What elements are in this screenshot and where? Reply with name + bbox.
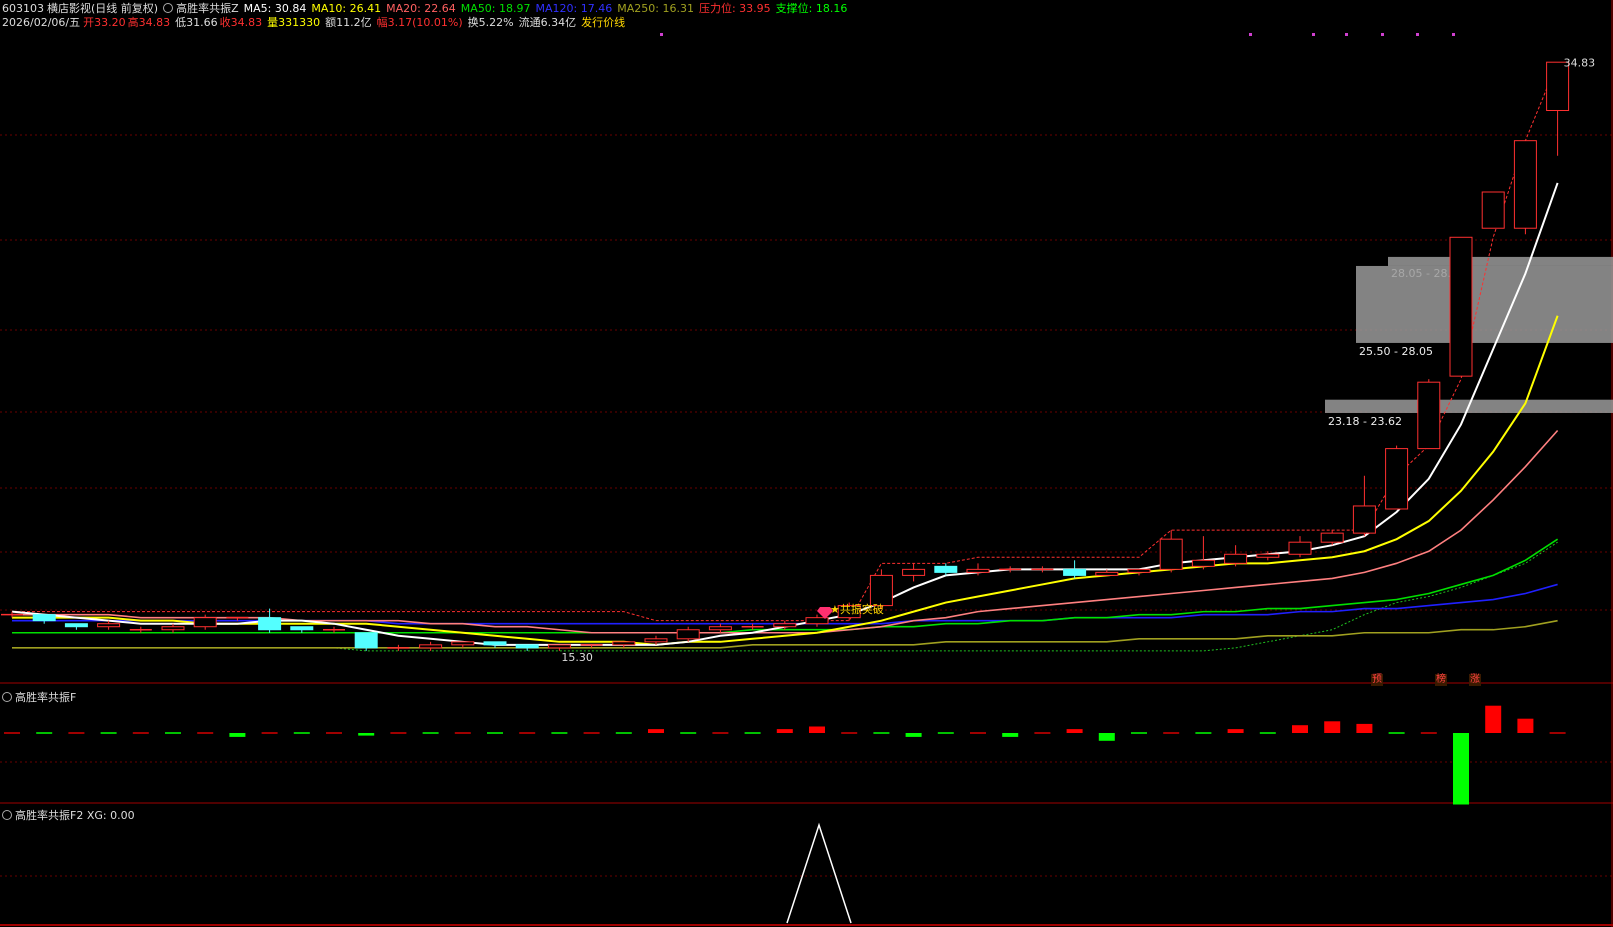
sub1-bar [1227,729,1244,733]
top-marker [660,33,663,36]
tag-zhang: 涨 [1469,674,1481,686]
high-price-label: 34.83 [1564,56,1596,69]
sub1-bar [1098,733,1115,741]
signal-breakout-label: ★共振突破 [830,603,884,616]
candle-body [966,568,990,573]
candle-body [1417,381,1441,450]
sub1-bar [358,733,375,736]
ma20-line [12,429,1559,634]
sub-panel-2-title: 高胜率共振F2 XG: 0.00 [15,809,135,822]
panel-toggle-icon[interactable] [2,810,12,820]
sub-panel-1-header: 高胜率共振F [2,689,76,705]
candle-body [515,644,539,649]
sub-panel-1-title: 高胜率共振F [15,691,77,704]
candle-body [97,623,121,628]
candle-body [1385,448,1409,510]
zone-label: 25.50 - 28.05 [1359,345,1433,358]
candle-body [354,632,378,649]
candle-body [483,641,507,646]
candle-body [612,641,636,646]
candle-body [1159,538,1183,570]
candle-body [290,626,314,631]
top-marker [1381,33,1384,36]
sub1-bar [809,726,825,733]
tag-yu: 预 [1371,674,1383,686]
candle-body [1513,140,1537,229]
candle-body [676,629,700,640]
candle-body [1095,571,1119,576]
candle-body [1546,61,1570,111]
candle-body [1288,541,1312,555]
sub1-bar [648,729,664,733]
sub1-bar [1002,733,1019,737]
candle-body [1127,568,1151,573]
low-price-label: 15.30 [561,651,593,664]
top-marker [1312,33,1315,36]
candle-body [773,623,797,628]
candle-body [193,617,217,628]
candle-body [64,623,88,628]
candle-body [258,617,282,631]
candle-body [902,568,926,576]
candle-body [419,644,443,649]
sub1-bar [229,733,246,737]
candle-body [1320,532,1344,543]
ma10-line [12,315,1559,646]
sub1-bar [1066,729,1083,733]
candle-body [644,638,668,643]
candle-body [1191,559,1215,567]
candle-body [32,614,56,622]
candle-body [161,626,185,631]
top-marker [1452,33,1455,36]
sub1-bar [1324,721,1341,733]
sub1-bar [1453,733,1469,805]
candle-body [934,565,958,573]
candle-body [1224,553,1248,564]
zone-label: 23.18 - 23.62 [1328,415,1402,428]
support-zone [1388,256,1613,266]
candle-body [1481,191,1505,229]
support-zone [1356,265,1613,343]
candle-body [547,644,571,649]
tag-bang: 榜 [1435,674,1447,686]
sub1-bar [1517,718,1534,733]
ma50-line [12,538,1559,634]
top-marker [1416,33,1419,36]
sub1-bar [776,729,793,733]
sub1-bar [905,733,922,737]
sub1-bar [1356,723,1373,733]
candle-body [1449,236,1473,377]
candle-body [1063,568,1087,576]
ma5-line [11,182,1559,646]
sub-panel-2-header: 高胜率共振F2 XG: 0.00 [2,807,135,823]
top-marker [1345,33,1348,36]
candle-body [1256,553,1280,558]
candle-body [1352,505,1376,534]
sub1-bar [1292,725,1308,733]
candle-body [451,641,475,646]
kline-chart[interactable]: 28.05 - 28.3525.50 - 28.0523.18 - 23.623… [0,0,1613,927]
candle-body [708,626,732,631]
top-marker [1249,33,1252,36]
panel-toggle-icon[interactable] [2,692,12,702]
sub1-bar [1485,705,1502,733]
sub2-signal-line [786,822,852,924]
